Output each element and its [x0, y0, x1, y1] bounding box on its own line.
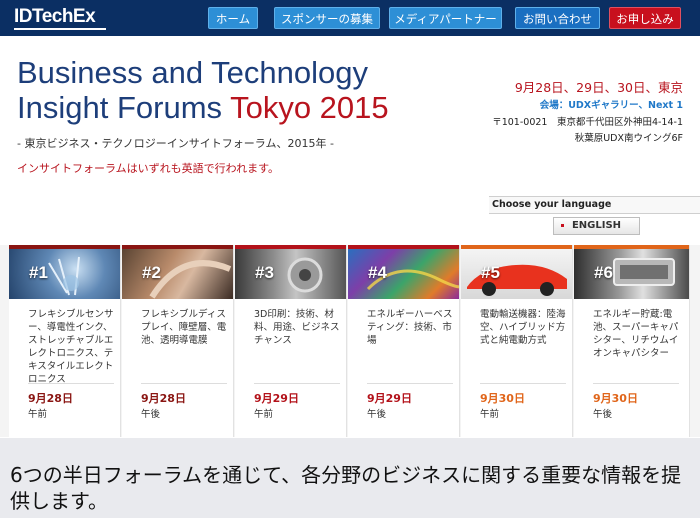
forum-description: 3D印刷：技術、材料、用途、ビジネスチャンス — [254, 309, 340, 346]
language-flag-icon — [561, 224, 564, 227]
forum-number: #6 — [594, 263, 613, 282]
flexible-sensor-image — [48, 256, 80, 296]
forum-divider — [367, 383, 453, 384]
forum-date: 9月28日 — [28, 392, 73, 405]
forum-date: 9月30日 — [593, 392, 638, 405]
forum-date: 9月30日 — [480, 392, 525, 405]
forum-card-6[interactable]: #6 エネルギー貯蔵:電池、スーパーキャパシター、リチウムイオンキャパシター 9… — [574, 245, 690, 437]
language-note: インサイトフォーラムはいずれも英語で行われます。 — [17, 162, 280, 175]
forum-date: 9月29日 — [367, 392, 412, 405]
title-city: Tokyo 2015 — [230, 90, 389, 125]
event-dates: 9月28日、29日、30日、東京 — [514, 80, 683, 95]
forum-divider — [254, 383, 340, 384]
forum-card-5[interactable]: #5 電動輸送機器：陸海空、ハイブリッド方式と純電動方式 9月30日 午前 — [461, 245, 573, 437]
forum-divider — [593, 383, 679, 384]
forum-number: #3 — [255, 263, 274, 282]
forum-number: #1 — [29, 263, 48, 282]
forum-time: 午後 — [593, 409, 613, 420]
forum-card-4[interactable]: #4 エネルギーハーベスティング：技術、市場 9月29日 午後 — [348, 245, 460, 437]
forum-time: 午後 — [367, 409, 387, 420]
event-venue: 会場：UDXギャラリー、Next 1 — [539, 100, 683, 111]
forum-number: #5 — [481, 263, 500, 282]
energy-harvesting-image — [366, 269, 459, 291]
logo-underline — [14, 28, 106, 30]
forum-5-thumbnail — [461, 249, 572, 299]
event-address-line-1: 〒101-0021 東京都千代田区外神田4-14-1 — [492, 117, 683, 128]
forum-description: エネルギー貯蔵:電池、スーパーキャパシター、リチウムイオンキャパシター — [593, 309, 679, 359]
forum-card-3[interactable]: #3 3D印刷：技術、材料、用途、ビジネスチャンス 9月29日 午前 — [235, 245, 347, 437]
nav-sponsor-button[interactable]: スポンサーの募集 — [274, 7, 380, 29]
english-language-button[interactable]: ENGLISH — [553, 217, 640, 235]
forum-4-thumbnail — [348, 249, 459, 299]
forum-summary-text: 6つの半日フォーラムを通じて、各分野のビジネスに関する重要な情報を提供します。 — [10, 463, 682, 513]
forum-1-thumbnail — [9, 249, 120, 299]
forum-divider — [480, 383, 566, 384]
language-label: Choose your language — [492, 199, 612, 210]
forum-time: 午後 — [141, 409, 161, 420]
page-title: Business and Technology Insight Forums T… — [17, 55, 477, 125]
forum-description: 電動輸送機器：陸海空、ハイブリッド方式と純電動方式 — [480, 309, 566, 346]
page-subtitle: - 東京ビジネス・テクノロジーインサイトフォーラム、2015年 - — [17, 137, 334, 150]
forum-divider — [141, 383, 227, 384]
forum-description: エネルギーハーベスティング：技術、市場 — [367, 309, 453, 346]
title-line-2-prefix: Insight Forums — [17, 90, 231, 125]
forum-time: 午前 — [254, 409, 274, 420]
forum-number: #4 — [368, 263, 387, 282]
electric-car-image — [467, 264, 567, 296]
forum-description: フレキシブルセンサー、導電性インク、ストレッチャブルエレクトロニクス、テキスタイ… — [28, 309, 114, 385]
forum-divider — [28, 383, 114, 384]
forum-time: 午前 — [28, 409, 48, 420]
nav-media-partner-button[interactable]: メディアパートナー — [389, 7, 502, 29]
nav-apply-button[interactable]: お申し込み — [609, 7, 681, 29]
forum-date: 9月29日 — [254, 392, 299, 405]
forum-card-2[interactable]: #2 フレキシブルディスプレイ、障壁層、電池、透明導電膜 9月28日 午後 — [122, 245, 234, 437]
3d-printed-part-image — [287, 257, 323, 293]
forum-description: フレキシブルディスプレイ、障壁層、電池、透明導電膜 — [141, 309, 227, 346]
forum-card-1[interactable]: #1 フレキシブルセンサー、導電性インク、ストレッチャブルエレクトロニクス、テキ… — [9, 245, 121, 437]
forum-6-thumbnail — [574, 249, 689, 299]
forum-date: 9月28日 — [141, 392, 186, 405]
idtechex-logo[interactable]: IDTechEx — [14, 6, 96, 28]
forum-3-thumbnail — [235, 249, 346, 299]
forum-2-thumbnail — [122, 249, 233, 299]
flexible-display-image — [149, 260, 232, 299]
forum-number: #2 — [142, 263, 161, 282]
forum-time: 午前 — [480, 409, 500, 420]
battery-storage-image — [613, 258, 675, 286]
event-address-line-2: 秋葉原UDX南ウイング6F — [574, 133, 683, 144]
nav-contact-button[interactable]: お問い合わせ — [515, 7, 600, 29]
nav-home-button[interactable]: ホーム — [208, 7, 258, 29]
title-line-1: Business and Technology — [17, 55, 369, 90]
